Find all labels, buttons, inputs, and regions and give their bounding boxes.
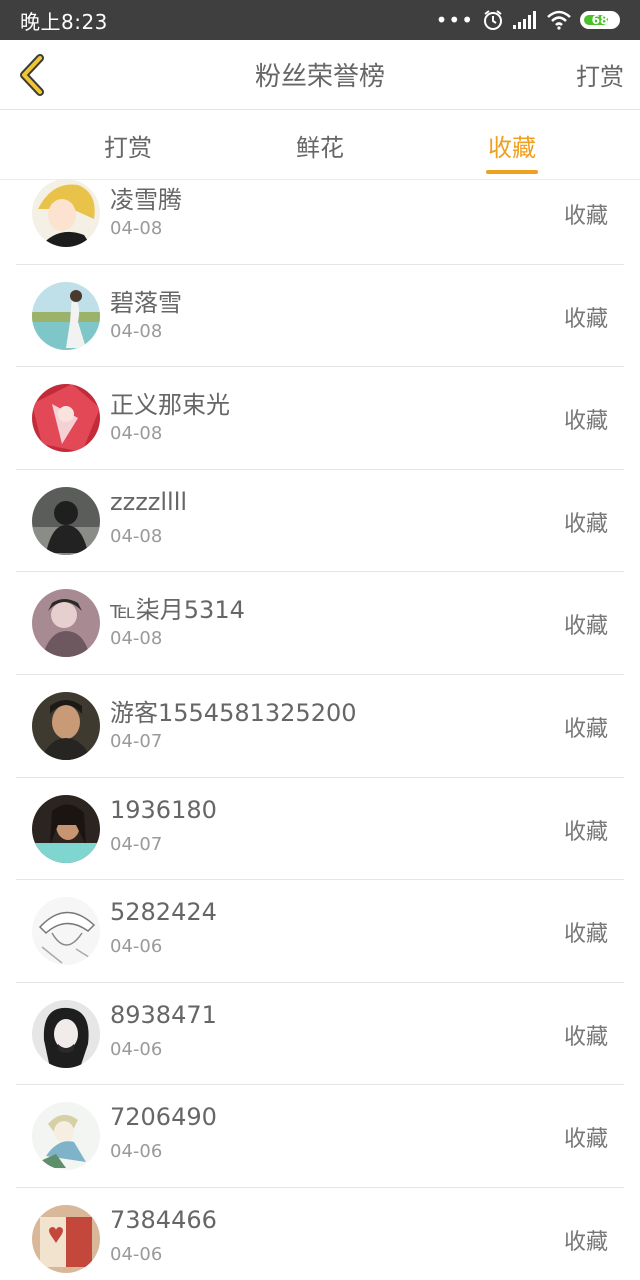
chevron-left-icon (20, 54, 44, 96)
action-type-label: 收藏 (563, 511, 608, 537)
user-name: zzzzllll (110, 487, 188, 516)
action-type-label: 收藏 (563, 716, 608, 742)
avatar[interactable] (32, 1204, 100, 1273)
list-item[interactable]: 1936180 04-07 收藏 (16, 778, 624, 881)
action-type-label: 收藏 (563, 614, 608, 640)
user-date: 04-06 (110, 1038, 163, 1060)
avatar[interactable] (32, 897, 100, 966)
action-type-label: 收藏 (563, 1024, 608, 1050)
list-item[interactable]: 7384466 04-06 收藏 (16, 1188, 624, 1280)
tab-label: 收藏 (488, 133, 536, 162)
list-item[interactable]: 正义那束光 04-08 收藏 (16, 367, 624, 470)
action-type-label: 收藏 (563, 306, 608, 332)
avatar[interactable] (32, 794, 100, 863)
user-name: 7206490 (110, 1103, 217, 1132)
user-date: 04-08 (110, 628, 163, 650)
user-date: 04-06 (110, 1141, 163, 1163)
user-name: 正义那束光 (110, 391, 230, 420)
avatar[interactable] (32, 486, 100, 555)
tab-flowers[interactable]: 鲜花 (270, 110, 370, 180)
user-name: 凌雪腾 (110, 186, 182, 214)
list-item[interactable]: 7206490 04-06 收藏 (16, 1085, 624, 1188)
user-date: 04-08 (110, 525, 163, 547)
avatar[interactable] (32, 691, 100, 760)
user-date: 04-07 (110, 730, 163, 752)
action-type-label: 收藏 (563, 204, 608, 229)
wifi-icon (547, 10, 571, 30)
avatar[interactable] (32, 1102, 100, 1171)
more-dots-icon: ••• (435, 8, 474, 32)
reward-button[interactable]: 打赏 (576, 57, 624, 92)
signal-icon (513, 11, 536, 29)
list-item[interactable]: ℡柒月5314 04-08 收藏 (16, 572, 624, 675)
user-name: ℡柒月5314 (110, 596, 245, 625)
status-icons: ••• 68 (436, 9, 620, 31)
list-item[interactable]: 游客1554581325200 04-07 收藏 (16, 675, 624, 778)
avatar[interactable] (32, 384, 100, 453)
action-type-label: 收藏 (563, 1127, 608, 1153)
tab-label: 鲜花 (296, 133, 344, 162)
action-type-label: 收藏 (563, 409, 608, 435)
user-date: 04-06 (110, 1243, 163, 1265)
user-name: 1936180 (110, 795, 217, 824)
nav-bar: 粉丝荣誉榜 打赏 (0, 40, 640, 110)
list-item[interactable]: 8938471 04-06 收藏 (16, 983, 624, 1086)
tab-label: 打赏 (104, 133, 152, 162)
user-name: 8938471 (110, 1000, 217, 1029)
user-date: 04-06 (110, 936, 163, 958)
tab-favorites[interactable]: 收藏 (462, 110, 562, 180)
status-time: 晚上8:23 (20, 9, 108, 34)
battery-icon: 68 (580, 11, 620, 29)
user-name: 5282424 (110, 898, 217, 927)
user-name: 碧落雪 (110, 288, 182, 317)
action-type-label: 收藏 (563, 922, 608, 948)
tab-active-indicator (486, 170, 538, 174)
alarm-icon (484, 10, 502, 30)
page-title: 粉丝荣誉榜 (254, 62, 385, 92)
avatar[interactable] (32, 281, 100, 350)
avatar[interactable] (32, 589, 100, 658)
battery-level: 68 (591, 13, 609, 27)
action-type-label: 收藏 (563, 1229, 608, 1255)
user-name: 7384466 (110, 1205, 217, 1234)
user-date: 04-07 (110, 833, 163, 855)
list-item[interactable]: 5282424 04-06 收藏 (16, 880, 624, 983)
list-item[interactable]: 碧落雪 04-08 收藏 (16, 265, 624, 368)
user-date: 04-08 (110, 218, 163, 239)
tab-reward[interactable]: 打赏 (78, 110, 178, 180)
back-button[interactable] (12, 54, 54, 96)
list-item[interactable]: zzzzllll 04-08 收藏 (16, 470, 624, 573)
action-type-label: 收藏 (563, 819, 608, 845)
avatar[interactable] (32, 180, 100, 247)
user-date: 04-08 (110, 320, 163, 342)
fan-list[interactable]: 凌雪腾 04-08 收藏 碧落雪 04-08 收藏 正义那束光 04-08 收藏… (0, 180, 640, 1280)
user-name: 游客1554581325200 (110, 698, 357, 727)
tab-bar: 打赏 鲜花 收藏 (0, 110, 640, 180)
list-item[interactable]: 凌雪腾 04-08 收藏 (16, 180, 624, 265)
status-bar: 晚上8:23 ••• 68 (0, 0, 640, 40)
avatar[interactable] (32, 999, 100, 1068)
user-date: 04-08 (110, 423, 163, 445)
